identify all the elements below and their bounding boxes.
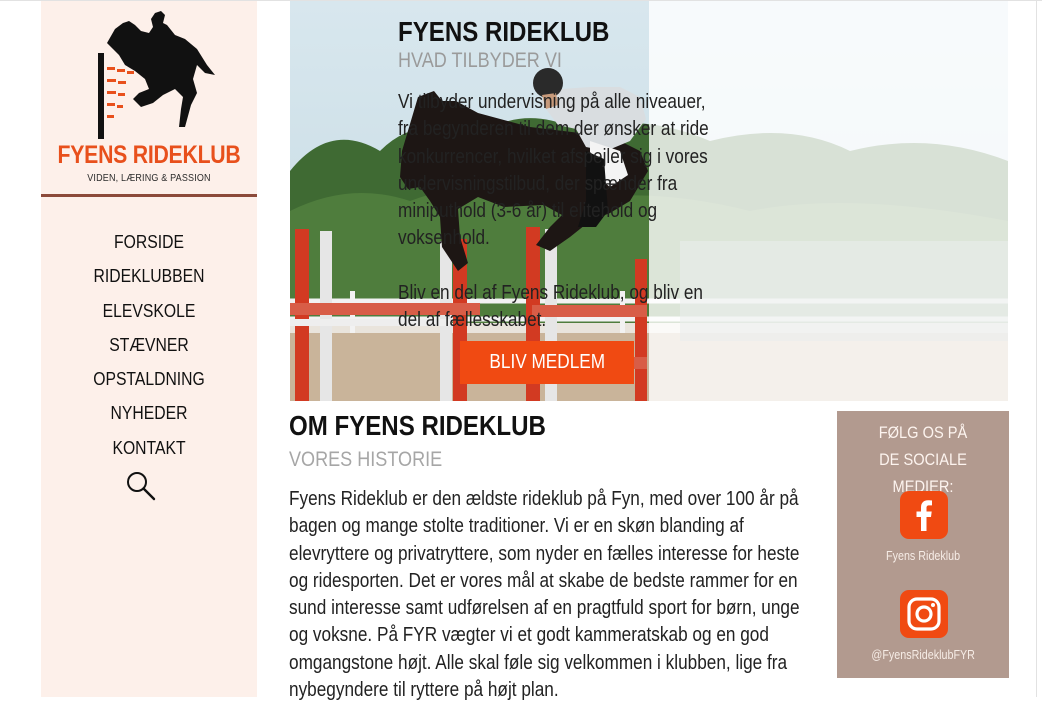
- facebook-caption: Fyens Rideklub: [885, 549, 961, 563]
- nav-item-forside[interactable]: FORSIDE: [57, 229, 241, 263]
- instagram-icon: [900, 590, 948, 638]
- nav-item-kontakt[interactable]: KONTAKT: [57, 435, 241, 469]
- search-button[interactable]: [125, 470, 157, 502]
- social-heading-line-1: FØLG OS PÅ: [878, 423, 968, 442]
- nav-item-elevskole[interactable]: ELEVSKOLE: [57, 298, 241, 332]
- join-button[interactable]: BLIV MEDLEM: [460, 341, 634, 384]
- hero-subtitle: HVAD TILBYDER VI: [398, 49, 562, 72]
- horse-jumper-logo-icon: [98, 11, 215, 139]
- search-icon: [127, 472, 156, 501]
- nav-item-nyheder[interactable]: NYHEDER: [57, 400, 241, 434]
- about-body: Fyens Rideklub er den ældste rideklub på…: [289, 488, 800, 702]
- nav-item-rideklubben[interactable]: RIDEKLUBBEN: [57, 263, 241, 297]
- hero-body-paragraph-1: Vi tilbyder undervisning på alle niveaue…: [398, 91, 709, 250]
- social-media-box: FØLG OS PÅ DE SOCIALE MEDIER: Fyens Ride…: [837, 411, 1009, 678]
- page-right-border: [1036, 0, 1037, 697]
- hero-body-paragraph-2: Bliv en del af Fyens Rideklub, og bliv e…: [398, 282, 703, 332]
- nav-item-staevner[interactable]: STÆVNER: [57, 332, 241, 366]
- about-subtitle: VORES HISTORIE: [289, 448, 443, 471]
- join-button-label: BLIV MEDLEM: [489, 351, 605, 373]
- logo-divider: [41, 194, 257, 197]
- about-title: OM FYENS RIDEKLUB: [289, 410, 546, 441]
- facebook-icon: [900, 491, 948, 539]
- brand-tagline: VIDEN, LÆRING & PASSION: [87, 173, 211, 184]
- logo[interactable]: FYENS RIDEKLUB VIDEN, LÆRING & PASSION: [41, 1, 257, 197]
- instagram-caption: @FyensRideklubFYR: [871, 648, 975, 662]
- hero-title: FYENS RIDEKLUB: [398, 16, 610, 47]
- social-heading: FØLG OS PÅ DE SOCIALE MEDIER:: [837, 419, 1009, 500]
- main-nav: FORSIDE RIDEKLUBBEN ELEVSKOLE STÆVNER OP…: [41, 229, 257, 469]
- brand-name: FYENS RIDEKLUB: [57, 141, 241, 169]
- sidebar: FYENS RIDEKLUB VIDEN, LÆRING & PASSION F…: [41, 1, 257, 697]
- nav-item-opstaldning[interactable]: OPSTALDNING: [57, 366, 241, 400]
